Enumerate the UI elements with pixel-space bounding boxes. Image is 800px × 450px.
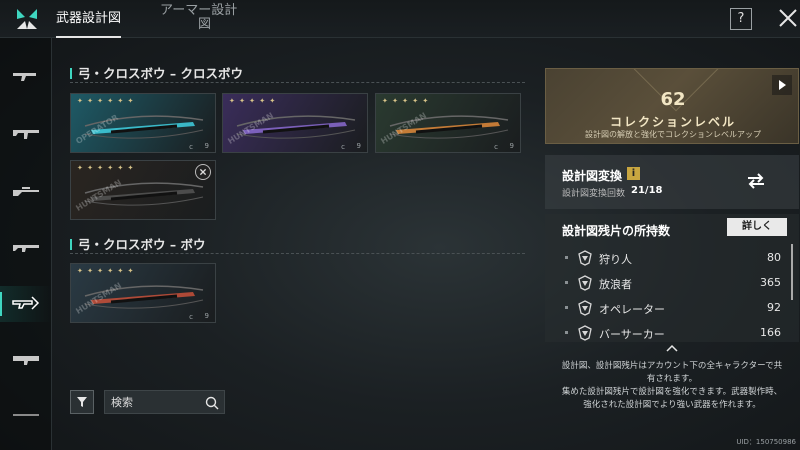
faction-emblem-icon — [578, 275, 592, 291]
conversion-count: 21/18 — [631, 185, 663, 196]
blueprint-card[interactable]: ✦ ✦ ✦ ✦ ✦ ✦ OPERATOR c 9 — [70, 93, 216, 153]
sidebar-item-sniper-rifle[interactable] — [0, 174, 52, 210]
faction-emblem-icon — [578, 250, 592, 266]
help-button[interactable]: ? — [730, 8, 752, 30]
card-level: c — [189, 313, 193, 321]
swap-icon[interactable] — [745, 171, 767, 191]
fragment-name: オペレーター — [599, 303, 665, 316]
sidebar-item-shotgun[interactable] — [0, 230, 52, 266]
chevron-up-icon[interactable] — [666, 344, 678, 352]
fragment-list-scrollbar[interactable] — [791, 244, 793, 300]
sidebar-item-melee[interactable] — [0, 398, 52, 434]
fragment-count: 80 — [767, 251, 781, 264]
filter-icon — [77, 397, 87, 407]
conversion-count-label: 設計図変換回数 — [562, 189, 626, 199]
blueprint-conversion-panel: 設計図変換 i 設計図変換回数 21/18 — [545, 155, 799, 209]
details-button[interactable]: 詳しく — [727, 218, 787, 236]
shotgun-icon — [13, 245, 39, 252]
close-icon[interactable] — [776, 6, 800, 30]
fragment-count: 92 — [767, 301, 781, 314]
section-title-bow: 弓・クロスボウ – ボウ — [70, 234, 205, 253]
sidebar-item-smg[interactable] — [0, 58, 52, 94]
search-input[interactable] — [111, 394, 201, 410]
bullet-dot — [565, 281, 568, 284]
collection-level-banner[interactable]: 62 コレクションレベル 設計図の解放と強化でコレクションレベルアップ — [545, 68, 799, 144]
crossbow-icon — [12, 296, 40, 310]
faction-emblem-icon — [578, 300, 592, 316]
tab-weapon-blueprints[interactable]: 武器設計図 — [56, 0, 122, 38]
sniper-rifle-icon — [13, 187, 39, 196]
melee-icon — [13, 414, 39, 416]
card-mark: 9 — [204, 142, 209, 150]
blueprint-card[interactable]: ✦ ✦ ✦ ✦ ✦ ✦ HUNTSMAN — [70, 160, 216, 220]
note-line: 集めた設計図残片で設計図を強化できます。武器製作時、 — [561, 387, 783, 397]
remove-icon[interactable] — [195, 164, 211, 180]
sidebar-item-launcher[interactable] — [0, 342, 52, 378]
filter-button[interactable] — [70, 390, 94, 414]
sidebar-item-crossbow[interactable] — [0, 286, 52, 322]
tab-armor-blueprints[interactable]: アーマー設計 図 — [160, 4, 250, 42]
card-level: c — [494, 143, 498, 151]
fragment-panel-title: 設計図残片の所持数 — [562, 224, 671, 238]
section-divider — [70, 82, 525, 83]
weapon-category-sidebar — [0, 38, 52, 450]
note-line: 設計図、設計図残片はアカウント下の全キャラクターで共 — [561, 361, 783, 371]
section-title-crossbow: 弓・クロスボウ – クロスボウ — [70, 63, 243, 82]
fragment-name: 狩り人 — [599, 253, 632, 266]
fragment-row: 放浪者 365 — [559, 271, 789, 295]
top-bar: 武器設計図 アーマー設計 図 ? — [0, 0, 800, 38]
game-logo-icon — [17, 9, 37, 29]
bullet-dot — [565, 256, 568, 259]
blueprint-card[interactable]: ✦ ✦ ✦ ✦ ✦ HUNTSMAN c 9 — [222, 93, 368, 153]
play-icon — [779, 80, 786, 90]
fragment-row: バーサーカー 166 — [559, 321, 789, 342]
blueprint-card[interactable]: ✦ ✦ ✦ ✦ ✦ HUNTSMAN c 9 — [375, 93, 521, 153]
faction-emblem-icon — [578, 325, 592, 341]
note-line: 強化された設計図でより強い武器を作れます。 — [583, 400, 761, 410]
search-icon[interactable] — [205, 396, 219, 410]
fragment-count: 166 — [760, 326, 781, 339]
card-level: c — [189, 143, 193, 151]
note-line: 有されます。 — [646, 374, 698, 384]
fragment-row: オペレーター 92 — [559, 296, 789, 320]
card-mark: 9 — [204, 312, 209, 320]
collection-level-subtitle: 設計図の解放と強化でコレクションレベルアップ — [585, 130, 761, 139]
card-mark: 9 — [356, 142, 361, 150]
fragment-count-panel: 設計図残片の所持数 詳しく 狩り人 80 放浪者 365 オペレーター 92 バーサーカー 1… — [545, 214, 799, 342]
user-id: UID：150750986 — [736, 438, 796, 446]
card-mark: 9 — [509, 142, 514, 150]
info-icon[interactable]: i — [627, 167, 640, 180]
bullet-dot — [565, 306, 568, 309]
fragment-count: 365 — [760, 276, 781, 289]
card-level: c — [341, 143, 345, 151]
search-box[interactable] — [104, 390, 225, 414]
collection-play-button[interactable] — [772, 75, 792, 95]
tab-armor-label-line2: 図 — [198, 17, 212, 32]
blueprint-card[interactable]: ✦ ✦ ✦ ✦ ✦ ✦ HUNTSMAN c 9 — [70, 263, 216, 323]
tab-armor-label-line1: アーマー設計 — [160, 3, 238, 18]
assault-rifle-icon — [13, 130, 39, 139]
sidebar-item-assault-rifle[interactable] — [0, 116, 52, 152]
section-divider — [70, 253, 525, 254]
collection-level-label: コレクションレベル — [609, 115, 736, 129]
fragment-name: 放浪者 — [599, 278, 632, 291]
fragment-row: 狩り人 80 — [559, 246, 789, 270]
launcher-icon — [13, 356, 39, 365]
blueprint-info-note: 設計図、設計図残片はアカウント下の全キャラクターで共 有されます。 集めた設計図… — [545, 360, 799, 412]
collection-level-value: 62 — [660, 89, 686, 110]
fragment-name: バーサーカー — [599, 328, 665, 341]
smg-icon — [13, 73, 36, 81]
bullet-dot — [565, 331, 568, 334]
conversion-title: 設計図変換 — [562, 169, 623, 183]
